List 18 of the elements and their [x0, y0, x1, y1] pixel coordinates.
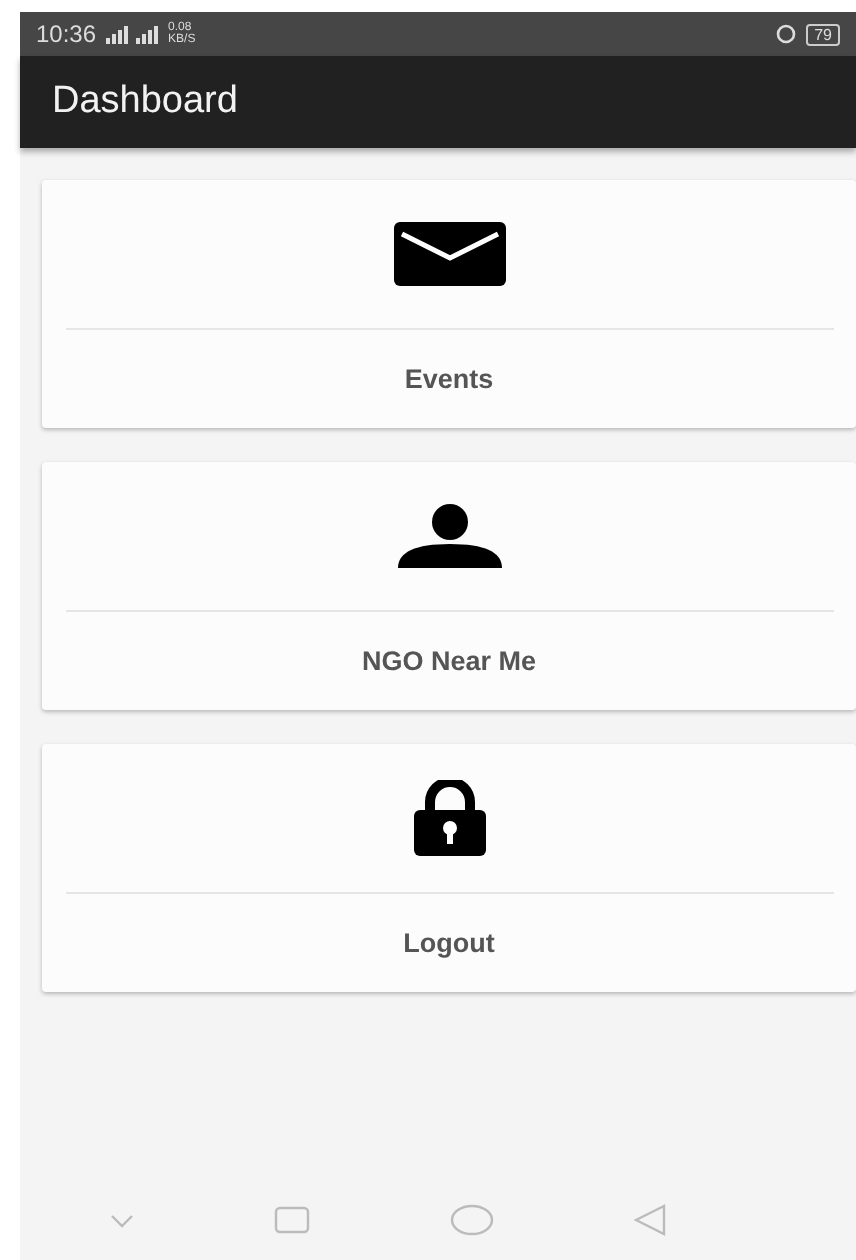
person-icon	[397, 504, 501, 568]
menu-card[interactable]: NGO Near Me	[42, 462, 856, 710]
menu-card[interactable]: Events	[42, 180, 856, 428]
menu-card[interactable]: Logout	[42, 744, 856, 992]
status-time: 10:36	[36, 20, 97, 48]
back-icon[interactable]	[634, 1204, 666, 1236]
app-title: Dashboard	[52, 80, 238, 124]
chevron-down-icon[interactable]	[110, 1213, 134, 1227]
square-icon[interactable]	[274, 1206, 310, 1234]
card-label: Events	[404, 362, 494, 398]
circle-icon[interactable]	[450, 1204, 494, 1236]
signal-icon	[106, 25, 159, 43]
card-label: NGO Near Me	[361, 644, 537, 680]
alarm-icon	[776, 24, 797, 44]
envelope-icon	[393, 222, 505, 286]
battery-level: 79	[806, 23, 840, 45]
lock-icon	[413, 780, 485, 856]
card-label: Logout	[403, 926, 495, 962]
